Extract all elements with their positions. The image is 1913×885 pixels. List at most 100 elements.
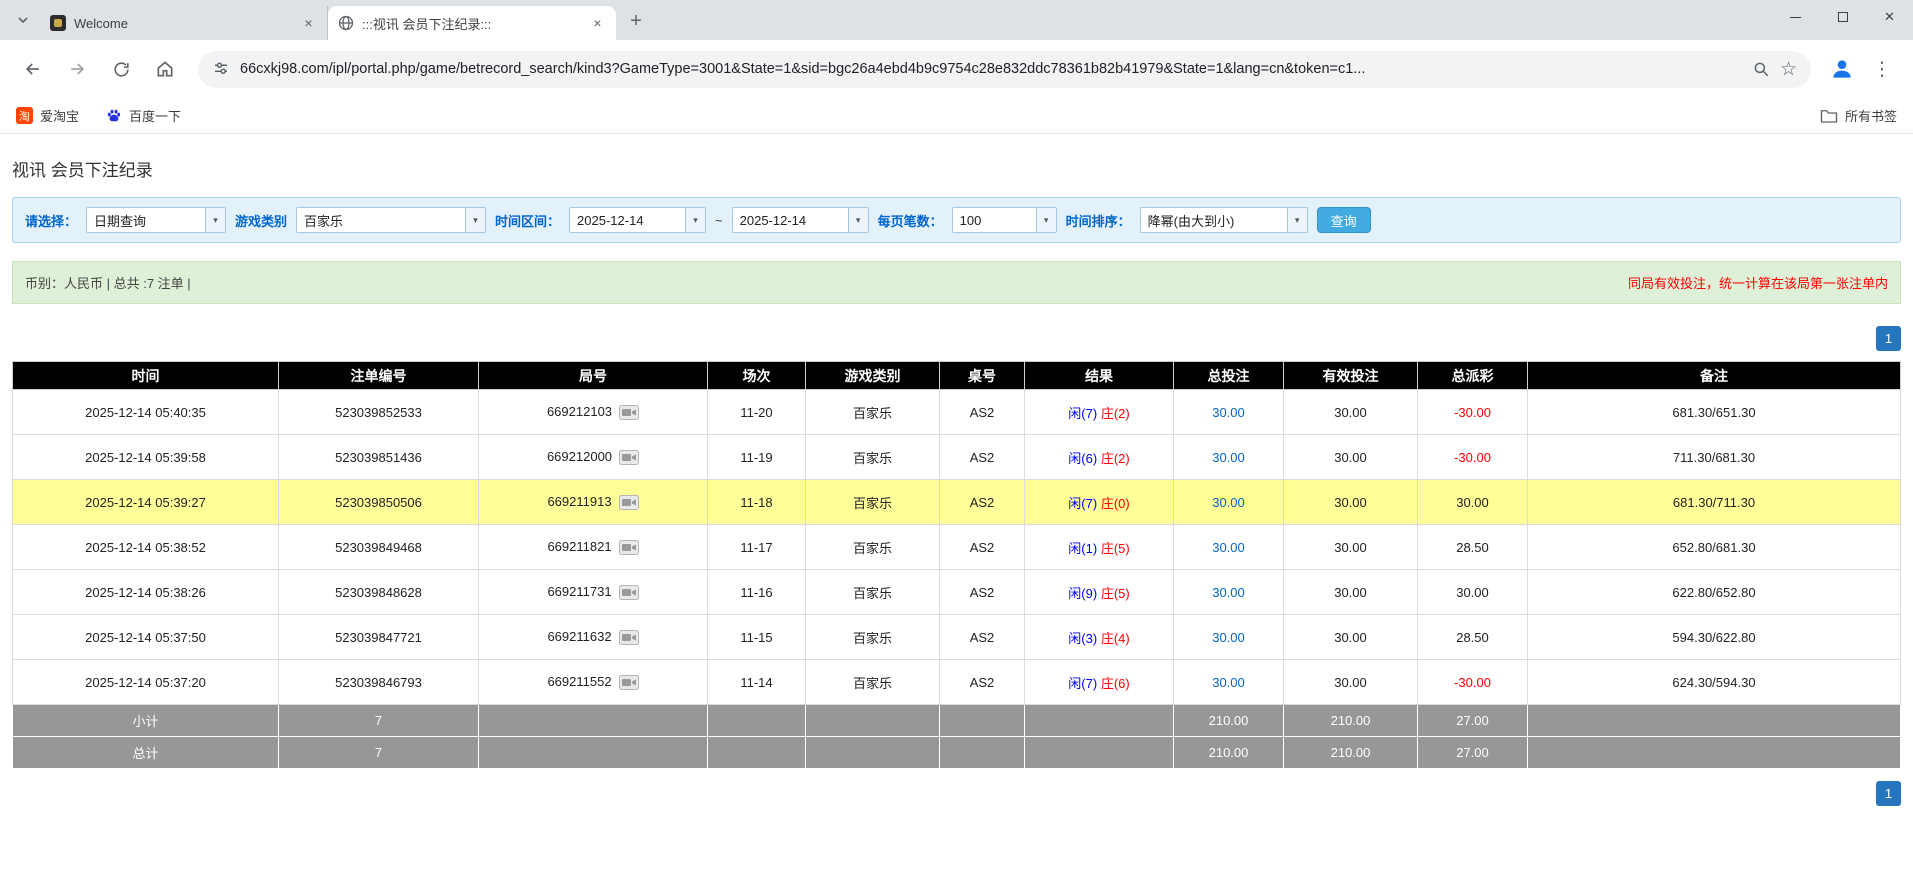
cell-result: 闲(3) 庄(4) — [1024, 614, 1174, 660]
video-icon[interactable] — [618, 675, 639, 691]
cell-payout: 30.00 — [1417, 479, 1528, 525]
video-icon[interactable] — [618, 585, 639, 601]
summary-cell — [1024, 704, 1174, 737]
total-bet-link[interactable]: 30.00 — [1212, 450, 1245, 465]
table-row: 2025-12-14 05:37:50 523039847721 669211632… — [12, 614, 1901, 660]
minimize-button[interactable] — [1772, 0, 1819, 34]
date-to-picker[interactable]: ▾ — [731, 207, 869, 233]
video-icon[interactable] — [619, 450, 640, 466]
cell-session: 11-20 — [707, 389, 806, 435]
result-player: 闲(7) — [1068, 675, 1098, 691]
total-row: 总计 7 210.00 210.00 27.00 — [12, 736, 1901, 769]
cell-time: 2025-12-14 05:39:58 — [12, 434, 279, 480]
close-icon[interactable]: × — [300, 15, 317, 32]
page-button-1[interactable]: 1 — [1876, 326, 1901, 351]
sort-order-combobox[interactable]: ▾ — [1139, 207, 1308, 233]
chevron-down-icon[interactable]: ▾ — [1286, 208, 1307, 232]
all-bookmarks-label: 所有书签 — [1844, 109, 1897, 124]
cell-payout: 28.50 — [1417, 614, 1528, 660]
round-number: 669211821 — [547, 538, 612, 554]
taobao-icon: 淘 — [16, 107, 33, 124]
tab-bet-record[interactable]: :::视讯 会员下注纪录::: × — [328, 6, 616, 40]
cell-session: 11-17 — [707, 524, 806, 570]
close-icon[interactable]: × — [589, 15, 606, 32]
window-close-button[interactable]: ✕ — [1866, 0, 1913, 34]
date-range-label: 时间区间： — [495, 213, 561, 229]
game-type-combobox[interactable]: ▾ — [296, 207, 487, 233]
zoom-icon[interactable] — [1752, 60, 1770, 78]
page-size-combobox[interactable]: ▾ — [951, 207, 1057, 233]
back-button[interactable] — [14, 50, 52, 88]
total-bet-link[interactable]: 30.00 — [1212, 405, 1245, 420]
address-bar[interactable]: ☆ — [198, 50, 1811, 88]
game-type-input[interactable] — [297, 208, 466, 232]
chevron-down-icon[interactable]: ▾ — [685, 208, 706, 232]
cell-result: 闲(7) 庄(6) — [1024, 659, 1174, 705]
cell-game-type: 百家乐 — [805, 524, 940, 570]
tab-search-button[interactable] — [10, 7, 36, 33]
profile-avatar[interactable] — [1825, 52, 1859, 86]
home-button[interactable] — [146, 50, 184, 88]
video-icon[interactable] — [618, 495, 639, 511]
cell-time: 2025-12-14 05:38:26 — [12, 569, 279, 615]
reload-button[interactable] — [102, 50, 140, 88]
cell-valid-bet: 30.00 — [1283, 659, 1418, 705]
bookmark-aitaobao[interactable]: 淘 爱淘宝 — [16, 106, 79, 125]
cell-total-bet: 30.00 — [1173, 659, 1284, 705]
date-from-input[interactable] — [570, 208, 686, 232]
tab-strip: Welcome × :::视讯 会员下注纪录::: × + ✕ — [0, 0, 1913, 40]
video-icon[interactable] — [618, 540, 639, 556]
video-icon[interactable] — [618, 630, 639, 646]
round-number: 669212000 — [546, 448, 613, 464]
bookmark-star-icon[interactable]: ☆ — [1780, 60, 1797, 79]
page-button-1[interactable]: 1 — [1876, 781, 1901, 806]
forward-icon — [71, 63, 85, 75]
cell-result: 闲(6) 庄(2) — [1024, 434, 1174, 480]
sort-order-input[interactable] — [1140, 208, 1287, 232]
summary-cell: 210.00 — [1173, 736, 1284, 769]
cell-remark: 624.30/594.30 — [1527, 659, 1901, 705]
page-size-input[interactable] — [952, 208, 1036, 232]
query-type-input[interactable] — [87, 208, 206, 232]
result-banker: 庄(0) — [1100, 495, 1130, 511]
menu-dots-icon[interactable]: ⋮ — [1865, 52, 1899, 86]
chevron-down-icon[interactable]: ▾ — [205, 208, 226, 232]
cell-table-no: AS2 — [939, 524, 1025, 570]
total-bet-link[interactable]: 30.00 — [1212, 540, 1245, 555]
chevron-down-icon[interactable]: ▾ — [847, 208, 868, 232]
cell-total-bet: 30.00 — [1173, 389, 1284, 435]
url-input[interactable] — [240, 61, 1742, 77]
forward-button[interactable] — [58, 50, 96, 88]
bet-table-body: 2025-12-14 05:40:35 523039852533 669212103… — [12, 389, 1901, 705]
total-bet-link[interactable]: 30.00 — [1212, 585, 1245, 600]
tune-icon[interactable] — [212, 60, 230, 78]
total-bet-link[interactable]: 30.00 — [1212, 495, 1245, 510]
cell-bet-id: 523039852533 — [278, 389, 479, 435]
result-banker: 庄(5) — [1100, 540, 1130, 556]
result-player: 闲(3) — [1068, 630, 1098, 646]
tab-welcome[interactable]: Welcome × — [40, 6, 328, 40]
column-header: 总投注 — [1173, 361, 1284, 390]
result-banker: 庄(2) — [1100, 405, 1130, 421]
query-type-combobox[interactable]: ▾ — [86, 207, 227, 233]
summary-cell: 210.00 — [1283, 704, 1418, 737]
folder-icon — [1820, 109, 1838, 123]
total-bet-link[interactable]: 30.00 — [1212, 675, 1245, 690]
bet-table-foot: 小计 7 210.00 210.00 27.00 总计 7 210.00 210.00 27.00 — [12, 704, 1901, 769]
chevron-down-icon[interactable]: ▾ — [465, 208, 486, 232]
all-bookmarks-button[interactable]: 所有书签 — [1820, 106, 1897, 125]
new-tab-button[interactable]: + — [622, 7, 650, 35]
cell-valid-bet: 30.00 — [1283, 389, 1418, 435]
date-to-input[interactable] — [732, 208, 848, 232]
search-button[interactable]: 查询 — [1316, 207, 1371, 233]
video-icon[interactable] — [619, 405, 640, 421]
maximize-button[interactable] — [1819, 0, 1866, 34]
date-from-picker[interactable]: ▾ — [569, 207, 707, 233]
summary-cell: 210.00 — [1283, 736, 1418, 769]
bookmark-baidu[interactable]: 百度一下 — [105, 106, 181, 125]
cell-time: 2025-12-14 05:38:52 — [12, 524, 279, 570]
summary-cell — [1024, 736, 1174, 769]
total-bet-link[interactable]: 30.00 — [1212, 630, 1245, 645]
chevron-down-icon[interactable]: ▾ — [1035, 208, 1056, 232]
summary-cell: 27.00 — [1417, 704, 1528, 737]
